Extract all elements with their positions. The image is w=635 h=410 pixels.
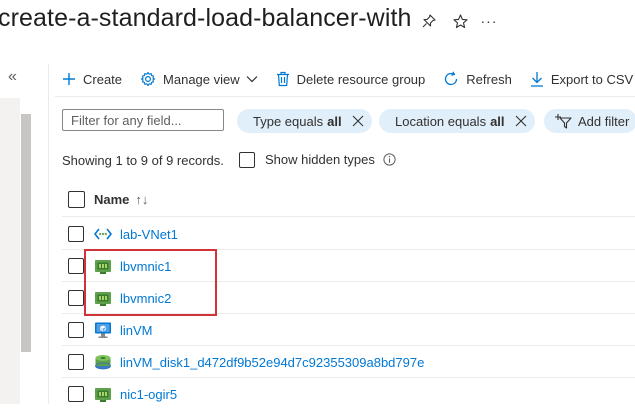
table-header-divider	[62, 216, 635, 217]
row-checkbox[interactable]	[68, 226, 84, 242]
star-icon[interactable]	[451, 12, 469, 30]
more-options-icon[interactable]: ···	[480, 12, 498, 30]
resource-link[interactable]: linVM_disk1_d472df9b52e94d7c92355309a8bd…	[120, 355, 424, 370]
name-header-label: Name	[94, 192, 130, 207]
location-filter-pill[interactable]: Location equals all	[379, 109, 535, 133]
pin-icon[interactable]	[420, 12, 438, 30]
table-row[interactable]: linVM_disk1_d472df9b52e94d7c92355309a8bd…	[62, 346, 635, 378]
export-csv-button[interactable]: Export to CSV	[530, 71, 633, 87]
sidebar-panel	[0, 98, 20, 404]
sidebar-scrollbar[interactable]	[20, 98, 32, 404]
close-icon[interactable]	[515, 115, 527, 127]
add-filter-button[interactable]: Add filter	[544, 109, 635, 133]
show-hidden-types-checkbox[interactable]	[239, 152, 255, 168]
page-title: create-a-standard-load-balancer-with	[0, 4, 412, 32]
info-icon[interactable]	[383, 153, 396, 171]
export-label: Export to CSV	[550, 71, 634, 87]
close-icon[interactable]	[352, 115, 364, 127]
scrollbar-thumb[interactable]	[21, 114, 31, 352]
row-checkbox[interactable]	[68, 258, 84, 274]
name-column-header[interactable]: Name ↑↓	[94, 192, 148, 207]
virtual-machine-icon	[95, 322, 111, 338]
table-row[interactable]: nic1-ogir5	[62, 378, 635, 410]
refresh-label: Refresh	[466, 71, 512, 87]
toolbar-divider	[55, 96, 635, 97]
manage-view-button[interactable]: Manage view	[140, 71, 258, 87]
row-checkbox[interactable]	[68, 354, 84, 370]
virtual-network-icon	[94, 228, 112, 240]
type-filter-value: all	[327, 113, 342, 129]
plus-icon	[63, 73, 75, 85]
refresh-button[interactable]: Refresh	[443, 71, 512, 87]
network-interface-icon	[95, 388, 111, 402]
location-filter-value: all	[490, 113, 505, 129]
show-hidden-types-label: Show hidden types	[265, 152, 375, 167]
download-icon	[530, 72, 543, 87]
type-filter-pill[interactable]: Type equals all	[237, 109, 372, 133]
records-count: Showing 1 to 9 of 9 records.	[62, 153, 224, 168]
row-checkbox[interactable]	[68, 290, 84, 306]
delete-label: Delete resource group	[296, 71, 426, 87]
sort-icon[interactable]: ↑↓	[135, 192, 148, 207]
add-filter-icon	[555, 114, 572, 129]
divider	[48, 64, 49, 404]
trash-icon	[276, 71, 289, 87]
collapse-sidebar-button[interactable]: «	[8, 68, 17, 86]
delete-resource-group-button[interactable]: Delete resource group	[276, 71, 426, 87]
resource-link[interactable]: nic1-ogir5	[120, 387, 177, 402]
type-filter-label: Type equals	[253, 113, 324, 129]
highlight-box	[84, 249, 217, 316]
create-button[interactable]: Create	[62, 72, 122, 87]
gear-icon	[140, 71, 156, 87]
resource-link[interactable]: lab-VNet1	[120, 227, 178, 242]
manage-view-label: Manage view	[163, 71, 240, 87]
table-row[interactable]: linVM	[62, 314, 635, 346]
disk-icon	[95, 355, 111, 370]
select-all-checkbox[interactable]	[68, 191, 85, 208]
location-filter-label: Location equals	[395, 113, 487, 129]
resource-link[interactable]: linVM	[120, 323, 153, 338]
command-bar: Create Manage view Delete resource group…	[62, 68, 635, 90]
table-row[interactable]: lab-VNet1	[62, 218, 635, 250]
title-actions: ···	[420, 12, 511, 30]
chevron-down-icon	[246, 76, 258, 83]
refresh-icon	[445, 71, 458, 86]
create-label: Create	[83, 71, 123, 87]
row-checkbox[interactable]	[68, 386, 84, 402]
add-filter-label: Add filter	[578, 113, 630, 129]
row-checkbox[interactable]	[68, 322, 84, 338]
filter-input[interactable]	[62, 109, 224, 131]
